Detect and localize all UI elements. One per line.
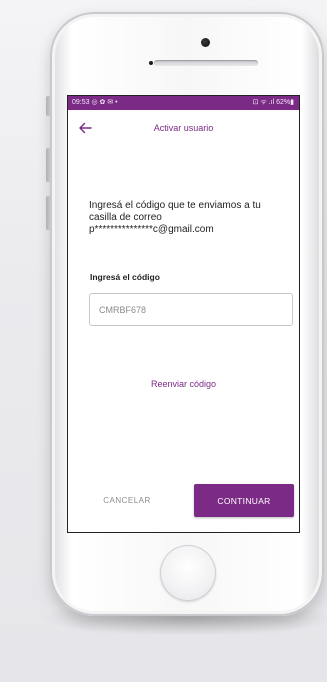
continue-button[interactable]: CONTINUAR	[194, 484, 294, 517]
page-title: Activar usuario	[153, 123, 214, 133]
front-camera	[201, 38, 210, 47]
cancel-button[interactable]: CANCELAR	[90, 484, 164, 516]
earpiece-speaker	[154, 60, 258, 66]
status-indicators: ⊡ ᯤ .ıl 62%▮	[252, 99, 294, 106]
instruction-text: Ingresá el código que te enviamos a tu c…	[89, 200, 261, 235]
code-field-label: Ingresá el código	[90, 272, 160, 282]
home-button[interactable]	[160, 545, 216, 601]
phone-screen: 09:53 ◎ ✿ ✉ • ⊡ ᯤ .ıl 62%▮ Activar usuar…	[68, 96, 299, 532]
arrow-left-icon[interactable]	[77, 120, 93, 136]
app-bar: Activar usuario	[68, 110, 299, 146]
sensor-dot	[149, 61, 153, 65]
status-bar: 09:53 ◎ ✿ ✉ • ⊡ ᯤ .ıl 62%▮	[68, 96, 299, 110]
verification-code-input[interactable]	[89, 293, 293, 326]
resend-code-link[interactable]: Reenviar código	[68, 379, 299, 389]
status-time: 09:53 ◎ ✿ ✉ •	[72, 99, 118, 106]
